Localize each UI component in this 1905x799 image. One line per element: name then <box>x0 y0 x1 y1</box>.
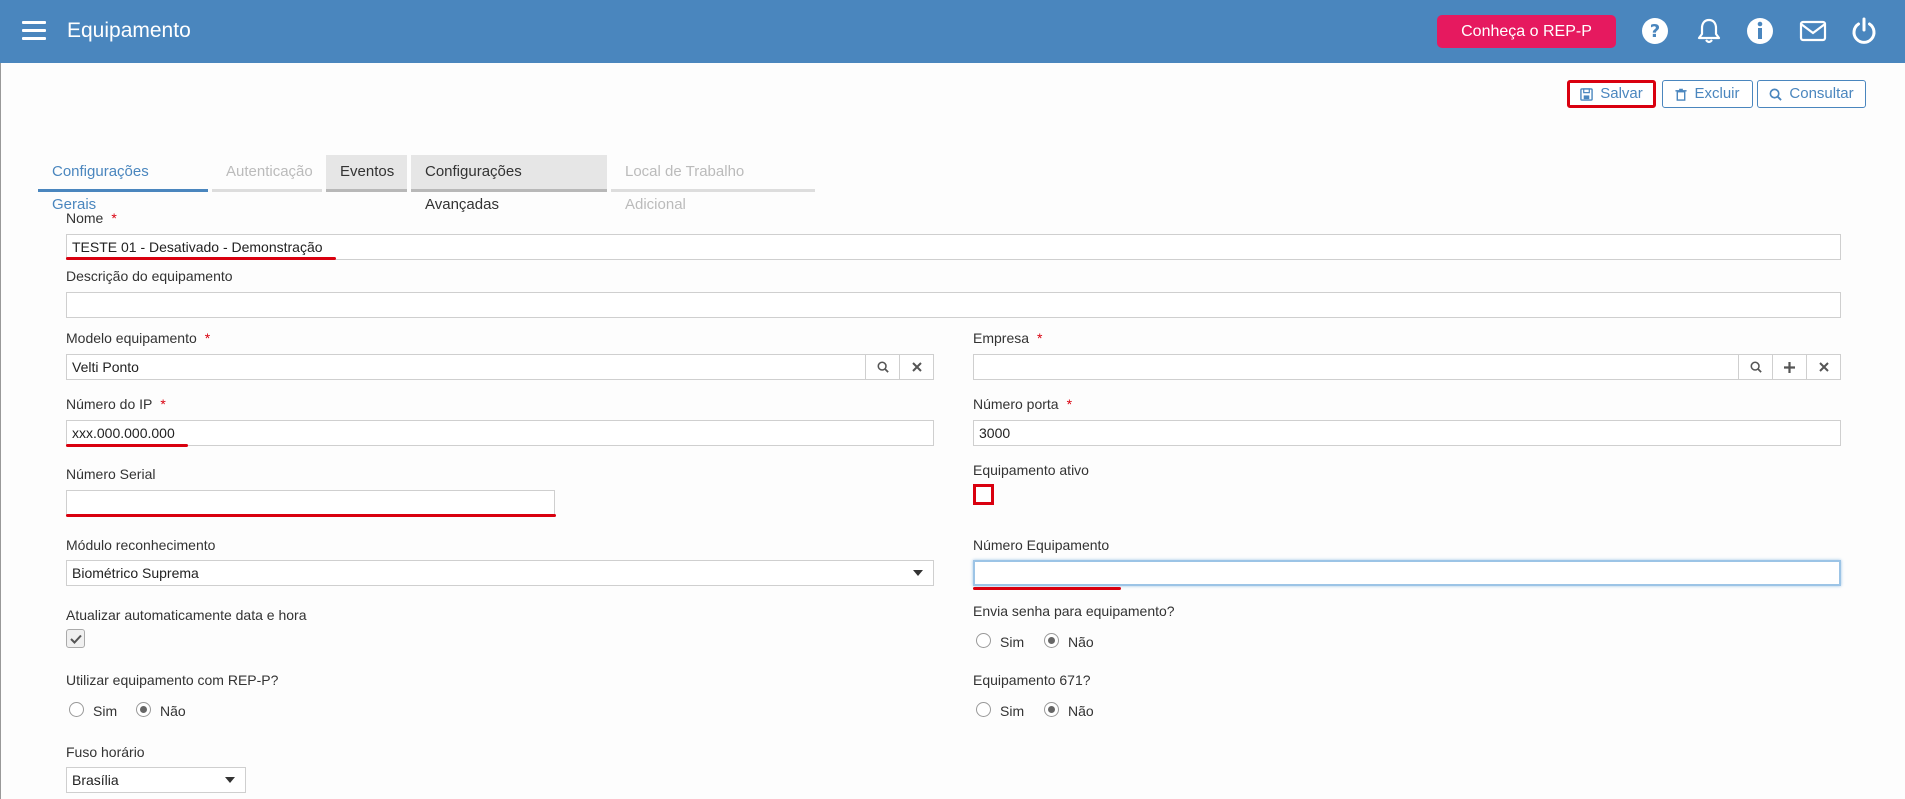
envia-senha-nao-label: Não <box>1068 634 1094 650</box>
empresa-add-button[interactable] <box>1772 355 1806 379</box>
bell-icon[interactable] <box>1694 16 1724 46</box>
modulo-label: Módulo reconhecimento <box>66 537 216 553</box>
porta-input[interactable]: 3000 <box>973 420 1841 446</box>
e671-sim-label: Sim <box>1000 703 1025 719</box>
save-label: Salvar <box>1600 85 1643 102</box>
search-icon <box>1750 361 1762 373</box>
e671-label: Equipamento 671? <box>973 672 1091 688</box>
tab-eventos[interactable]: Eventos <box>326 155 407 192</box>
descricao-label: Descrição do equipamento <box>66 268 233 284</box>
mail-icon[interactable] <box>1798 16 1828 46</box>
empresa-label-text: Empresa <box>973 330 1030 346</box>
required-mark: * <box>160 396 166 412</box>
highlight-underline-serial <box>66 514 556 517</box>
atualizar-checkbox[interactable] <box>66 629 85 648</box>
required-mark: * <box>204 330 211 346</box>
menu-icon[interactable] <box>22 21 46 41</box>
ip-input[interactable]: xxx.000.000.000 <box>66 420 934 446</box>
chevron-down-icon <box>225 777 235 783</box>
tab-bar: Configurações Gerais Autenticação Evento… <box>38 155 819 213</box>
fuso-value: Brasília <box>72 772 119 788</box>
rep-p-sim-radio[interactable] <box>69 702 84 717</box>
info-icon[interactable] <box>1745 16 1775 46</box>
rep-p-nao-radio[interactable] <box>136 702 151 717</box>
nome-label-text: Nome <box>66 210 104 226</box>
e671-sim-radio[interactable] <box>976 702 991 717</box>
modelo-clear-button[interactable] <box>899 355 933 379</box>
e671-nao-label: Não <box>1068 703 1094 719</box>
rep-p-nao-label: Não <box>160 703 186 719</box>
modelo-value: Velti Ponto <box>72 359 139 375</box>
ip-label-text: Número do IP <box>66 396 153 412</box>
fuso-label: Fuso horário <box>66 744 145 760</box>
descricao-input[interactable] <box>66 292 1841 318</box>
close-icon <box>1818 362 1829 372</box>
highlight-underline-nome <box>66 257 336 260</box>
atualizar-label: Atualizar automaticamente data e hora <box>66 607 307 623</box>
envia-senha-sim-label: Sim <box>1000 634 1025 650</box>
empresa-input[interactable] <box>973 354 1841 380</box>
save-button[interactable]: Salvar <box>1567 80 1656 108</box>
envia-senha-nao-radio[interactable] <box>1044 633 1059 648</box>
porta-label: Número porta * <box>973 396 1072 412</box>
query-button[interactable]: Consultar <box>1757 80 1866 108</box>
chevron-down-icon <box>913 570 923 576</box>
query-label: Consultar <box>1789 85 1854 102</box>
serial-label: Número Serial <box>66 466 156 482</box>
num-equip-input[interactable] <box>973 560 1841 586</box>
rep-p-label: Utilizar equipamento com REP-P? <box>66 672 279 688</box>
delete-label: Excluir <box>1694 85 1740 102</box>
tab-autenticacao[interactable]: Autenticação <box>212 155 322 192</box>
required-mark: * <box>1037 330 1043 346</box>
tab-configuracoes-gerais[interactable]: Configurações Gerais <box>38 155 208 213</box>
power-icon[interactable] <box>1849 16 1879 46</box>
tab-local-trabalho[interactable]: Local de Trabalho Adicional <box>611 155 815 213</box>
highlight-underline-num-equip <box>973 587 1121 590</box>
envia-senha-label: Envia senha para equipamento? <box>973 603 1175 619</box>
search-icon <box>1769 88 1783 101</box>
tab-configuracoes-avancadas[interactable]: Configurações Avançadas <box>411 155 607 213</box>
num-equip-label: Número Equipamento <box>973 537 1110 553</box>
close-icon <box>911 362 922 372</box>
empresa-clear-button[interactable] <box>1806 355 1840 379</box>
envia-senha-sim-radio[interactable] <box>976 633 991 648</box>
modulo-select[interactable]: Biométrico Suprema <box>66 560 934 586</box>
empresa-search-button[interactable] <box>1738 355 1772 379</box>
rep-p-sim-label: Sim <box>93 703 118 719</box>
modelo-label: Modelo equipamento * <box>66 330 210 346</box>
page-title: Equipamento <box>67 19 191 42</box>
serial-input[interactable] <box>66 490 555 516</box>
porta-label-text: Número porta <box>973 396 1059 412</box>
required-mark: * <box>1066 396 1073 412</box>
search-icon <box>877 361 889 373</box>
modelo-search-button[interactable] <box>865 355 899 379</box>
ativo-label: Equipamento ativo <box>973 462 1089 478</box>
help-icon[interactable]: ? <box>1640 16 1670 46</box>
highlight-underline-ip <box>66 444 188 447</box>
modelo-label-text: Modelo equipamento <box>66 330 197 346</box>
modulo-value: Biométrico Suprema <box>72 565 199 581</box>
top-bar: Equipamento Conheça o REP-P ? <box>0 0 1905 63</box>
ip-label: Número do IP * <box>66 396 166 412</box>
e671-nao-radio[interactable] <box>1044 702 1059 717</box>
left-border <box>0 63 1 799</box>
save-icon <box>1580 87 1594 101</box>
rep-p-button[interactable]: Conheça o REP-P <box>1437 15 1616 48</box>
required-mark: * <box>111 210 117 226</box>
plus-icon <box>1784 361 1795 373</box>
ativo-checkbox[interactable] <box>973 484 994 505</box>
trash-icon <box>1675 88 1688 101</box>
delete-button[interactable]: Excluir <box>1662 80 1753 108</box>
modelo-input[interactable]: Velti Ponto <box>66 354 934 380</box>
empresa-label: Empresa * <box>973 330 1042 346</box>
svg-text:?: ? <box>1650 21 1660 42</box>
check-icon <box>69 634 82 644</box>
fuso-select[interactable]: Brasília <box>66 767 246 793</box>
nome-label: Nome * <box>66 210 117 226</box>
